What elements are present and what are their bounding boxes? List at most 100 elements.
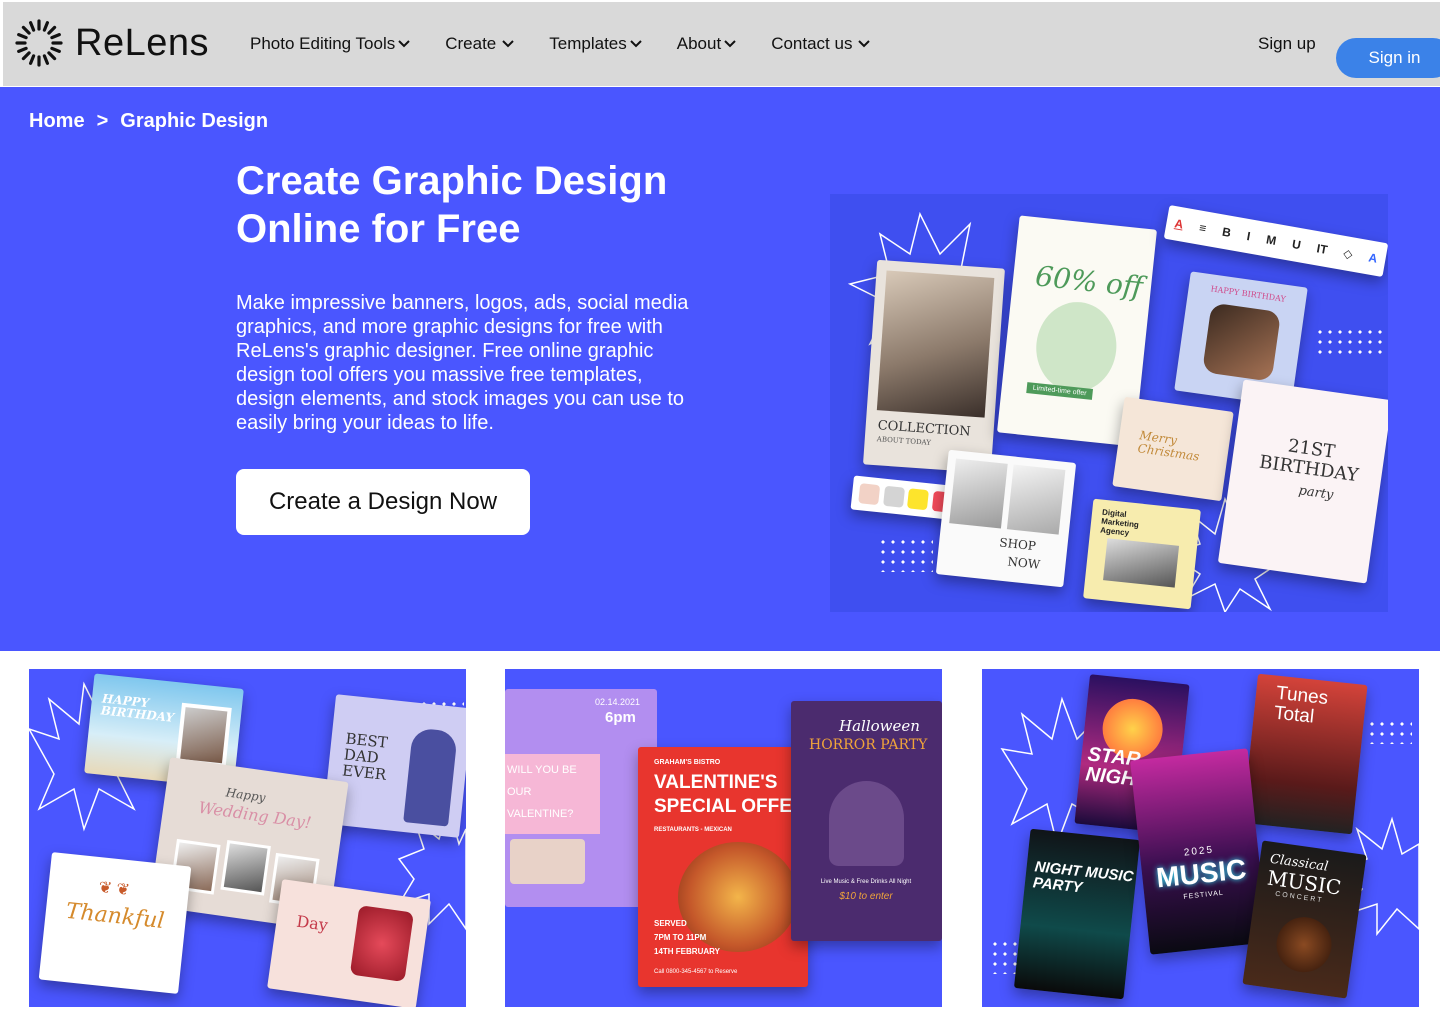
toolbar-glyph: U (1291, 236, 1303, 253)
merry-christmas-text: Merry Christmas (1136, 428, 1201, 464)
nav-about[interactable]: About (677, 29, 737, 59)
title-line-2: Online for Free (236, 207, 521, 251)
date-text: 02.14.2021 (595, 697, 641, 707)
happy-birthday-text: HAPPY BIRTHDAY (1210, 284, 1287, 304)
nav-contact-us[interactable]: Contact us (771, 29, 871, 59)
happy-birthday-text: HAPPY BIRTHDAY (100, 691, 175, 725)
bistro-text: GRAHAM'S BISTRO (654, 759, 721, 766)
thankful-text: Thankful (64, 898, 166, 935)
served-block: SERVED 7PM TO 11PM 14TH FEBRUARY (654, 917, 720, 959)
horror-party-text: HORROR PARTY (809, 737, 928, 753)
breadcrumb-home[interactable]: Home (29, 110, 85, 133)
template-tunes-total: Tunes Total (1242, 673, 1368, 835)
now-text: NOW (1006, 554, 1041, 572)
sale-text: 60% off (1033, 259, 1145, 304)
dot-grid-decoration (1315, 327, 1385, 359)
chevron-down-icon (502, 40, 514, 48)
agency-text: Digital Marketing Agency (1099, 507, 1140, 538)
offer-line-1: VALENTINE'S (654, 772, 778, 793)
illustration (403, 727, 458, 827)
toolbar-glyph: ◇ (1342, 246, 1354, 262)
toolbar-glyph: IT (1315, 241, 1329, 257)
nav-label: Photo Editing Tools (250, 34, 396, 53)
night-music-text: NIGHT MUSIC PARTY (1032, 858, 1135, 897)
party-text: party (1297, 483, 1335, 503)
chevron-down-icon (724, 40, 736, 48)
template-day: Day (267, 879, 431, 1007)
served-line: SERVED (654, 919, 687, 928)
toolbar-glyph: A (1367, 250, 1379, 266)
nav-label: About (676, 34, 722, 53)
polaroid-photo (220, 839, 271, 896)
nav-photo-editing-tools[interactable]: Photo Editing Tools (250, 29, 411, 59)
title-line-1: Create Graphic Design (236, 159, 668, 203)
swatch (858, 483, 881, 506)
dot-grid-decoration (1367, 719, 1412, 744)
product-photo (1031, 298, 1121, 396)
template-music-festival: 2025 MUSIC FESTIVAL (1130, 748, 1268, 955)
time-text: 6pm (605, 709, 636, 726)
flowers-illustration (510, 839, 585, 884)
brand-logo[interactable]: ReLens (15, 19, 209, 67)
toolbar-glyph: M (1265, 232, 1278, 248)
about-today-text: ABOUT TODAY (876, 435, 932, 447)
main-nav: Photo Editing Tools Create Templates Abo… (250, 2, 905, 86)
template-halloween: Halloween HORROR PARTY Live Music & Free… (791, 701, 942, 941)
relens-logo-icon (15, 19, 63, 67)
hero-description: Make impressive banners, logos, ads, soc… (236, 292, 689, 434)
breadcrumb-current: Graphic Design (120, 110, 269, 132)
template-christmas: Merry Christmas (1112, 396, 1234, 502)
offer-line-2: SPECIAL OFFER (654, 796, 806, 817)
template-night-music: NIGHT MUSIC PARTY (1013, 828, 1141, 1000)
page-title: Create Graphic Design Online for Free (236, 157, 756, 253)
violin-photo (1272, 913, 1336, 976)
nav-label: Create (445, 34, 497, 53)
sign-in-button[interactable]: Sign in (1336, 38, 1440, 78)
template-category-card-events[interactable]: 02.14.2021 6pm WILL YOU BE OUR VALENTINE… (505, 669, 942, 1007)
halloween-detail-text: Live Music & Free Drinks All Night (820, 879, 912, 885)
template-category-card-greetings[interactable]: HAPPY BIRTHDAY BEST DAD EVER Happy Weddi… (29, 669, 466, 1007)
nav-create[interactable]: Create (445, 29, 515, 59)
day-text: Day (295, 911, 330, 935)
template-valentine: 02.14.2021 6pm WILL YOU BE OUR VALENTINE… (505, 689, 657, 907)
template-shop-now: SHOP NOW (935, 449, 1077, 588)
leaf-icon: ❦ ❦ (97, 879, 131, 900)
create-design-button[interactable]: Create a Design Now (236, 469, 530, 535)
portrait-photo (1202, 302, 1282, 382)
shop-text: SHOP (998, 535, 1037, 554)
dot-grid-decoration (878, 537, 933, 572)
breadcrumb-separator: > (96, 110, 109, 132)
template-best-dad: BEST DAD EVER (322, 694, 466, 838)
chevron-down-icon (858, 40, 871, 48)
toolbar-glyph: A (1173, 216, 1185, 232)
halloween-text: Halloween (839, 717, 920, 735)
breadcrumb: Home > Graphic Design (29, 110, 268, 133)
swatch (882, 485, 905, 508)
swatch (907, 488, 930, 511)
template-agency: Digital Marketing Agency (1083, 498, 1201, 610)
ghost-illustration (829, 781, 904, 866)
toolbar-glyph: B (1221, 224, 1233, 240)
valentine-question-text: WILL YOU BE OUR VALENTINE? (507, 764, 577, 820)
top-header: ReLens Photo Editing Tools Create Templa… (3, 2, 1440, 86)
restaurants-text: RESTAURANTS - MEXICAN (654, 827, 732, 833)
chevron-down-icon (398, 40, 410, 48)
birthday-21-text: 21ST BIRTHDAY (1257, 435, 1360, 487)
template-category-card-music[interactable]: STAR NIGHT Tunes Total NIGHT MUSIC PARTY… (982, 669, 1419, 1007)
nav-templates[interactable]: Templates (549, 29, 642, 59)
hero-section: Home > Graphic Design Create Graphic Des… (0, 87, 1440, 651)
served-line: 7PM TO 11PM (654, 933, 707, 942)
sign-up-link[interactable]: Sign up (1258, 34, 1316, 54)
photo-placeholder (876, 270, 995, 418)
toolbar-glyph: I (1245, 228, 1252, 244)
nav-label: Contact us (771, 34, 853, 53)
brand-name: ReLens (75, 22, 209, 64)
polaroid-photo (175, 702, 232, 768)
photo-placeholder (949, 458, 1008, 529)
best-dad-text: BEST DAD EVER (341, 729, 389, 784)
photo-placeholder (1103, 538, 1180, 588)
template-21st-birthday: 21ST BIRTHDAY party (1217, 379, 1388, 584)
hero-collage-image: COLLECTION ABOUT TODAY 60% off Limited-t… (830, 194, 1388, 612)
template-valentine-offer: GRAHAM'S BISTRO VALENTINE'S SPECIAL OFFE… (638, 747, 808, 987)
template-classical-music: Classical MUSIC CONCERT (1242, 840, 1367, 999)
